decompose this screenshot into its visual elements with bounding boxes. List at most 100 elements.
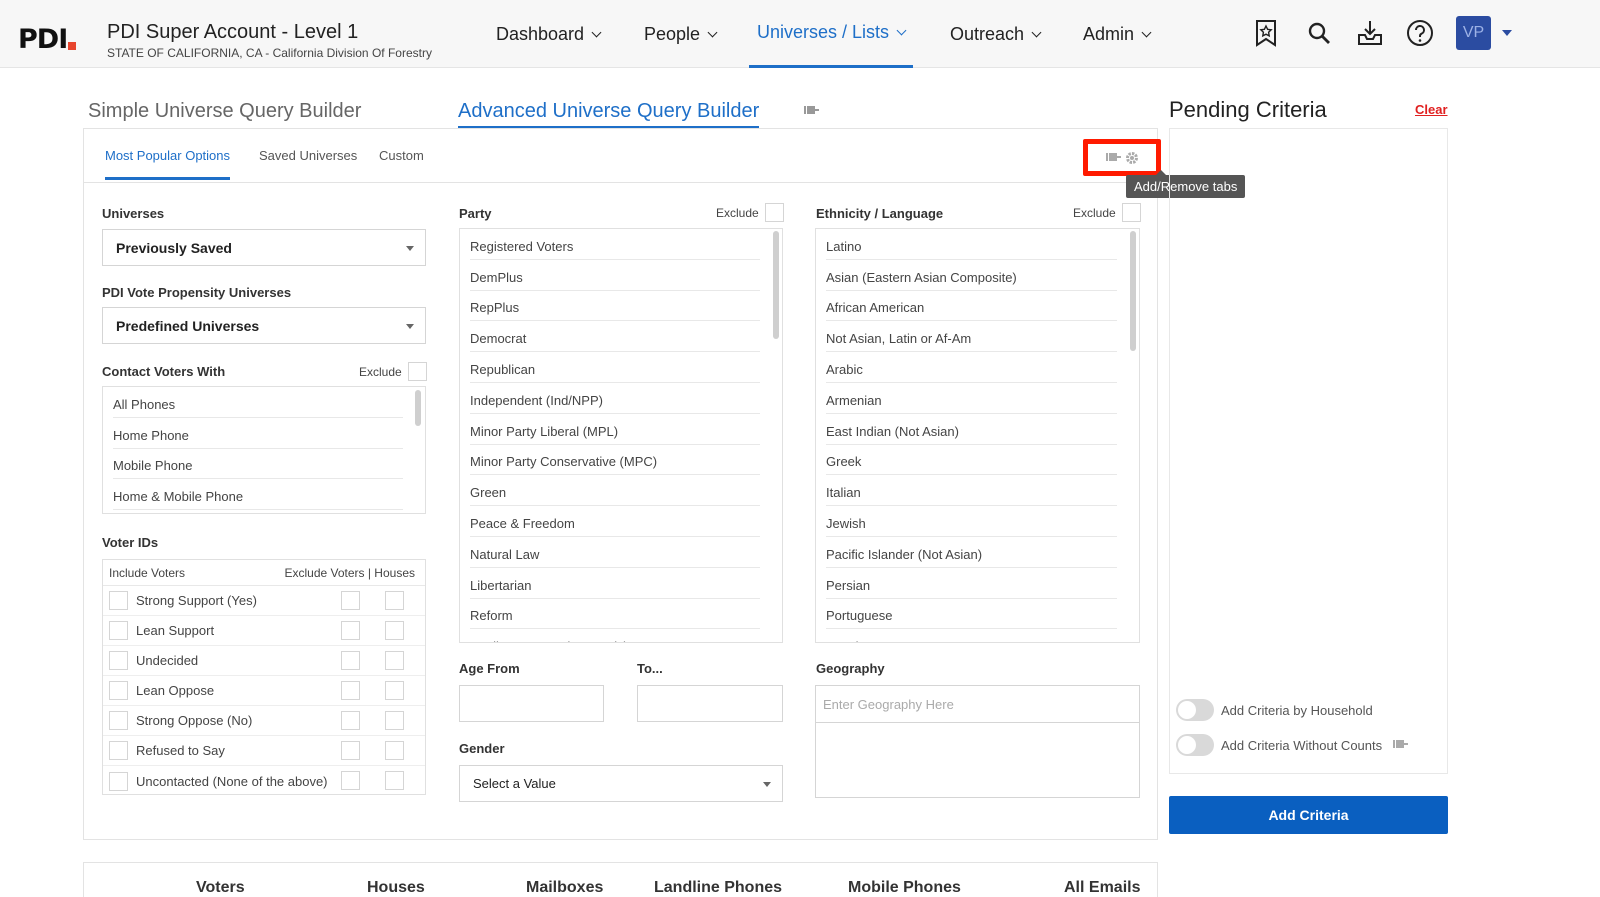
- list-item[interactable]: Republican: [470, 352, 760, 383]
- list-item[interactable]: Pacific Islander (Not Asian): [826, 537, 1117, 568]
- exclude-houses-checkbox[interactable]: [385, 681, 404, 700]
- exclude-houses-checkbox[interactable]: [385, 741, 404, 760]
- scrollbar[interactable]: [415, 390, 421, 426]
- nav-universes-lists[interactable]: Universes / Lists: [749, 0, 914, 68]
- party-exclude-checkbox[interactable]: [764, 203, 784, 222]
- subtab-custom[interactable]: Custom: [379, 148, 424, 163]
- list-item[interactable]: Home Phone: [113, 418, 403, 449]
- propensity-label: PDI Vote Propensity Universes: [102, 285, 292, 300]
- universes-select[interactable]: Previously Saved: [102, 229, 426, 266]
- exclude-voters-checkbox[interactable]: [341, 711, 360, 730]
- list-item[interactable]: Italian: [826, 475, 1117, 507]
- list-item[interactable]: East Indian (Not Asian): [826, 414, 1117, 445]
- list-item[interactable]: Minor Party Liberal (MPL): [470, 414, 760, 445]
- tab-simple-builder[interactable]: Simple Universe Query Builder: [88, 100, 361, 123]
- help-icon[interactable]: [1405, 17, 1435, 49]
- list-item[interactable]: Registered Voters: [470, 229, 760, 260]
- subtab-most-popular[interactable]: Most Popular Options: [105, 148, 231, 180]
- propensity-select[interactable]: Predefined Universes: [102, 307, 426, 344]
- list-item[interactable]: Peace & Freedom: [470, 506, 760, 537]
- exclude-voters-checkbox[interactable]: [341, 681, 360, 700]
- scrollbar[interactable]: [773, 231, 779, 339]
- list-item[interactable]: Libertarian: [470, 568, 760, 599]
- count-header-emails: All Emails: [1064, 879, 1141, 896]
- list-item[interactable]: DemPlus: [470, 260, 760, 291]
- age-to-input[interactable]: [637, 685, 783, 722]
- list-item[interactable]: Decline to State (NPP only): [470, 629, 760, 642]
- exclude-voters-checkbox[interactable]: [341, 591, 360, 610]
- list-item[interactable]: RepPlus: [470, 291, 760, 322]
- subtab-saved-universes[interactable]: Saved Universes: [259, 148, 357, 163]
- search-icon[interactable]: [1304, 17, 1334, 49]
- age-from-input[interactable]: [459, 685, 604, 722]
- include-checkbox[interactable]: [109, 711, 128, 730]
- account-info: PDI Super Account - Level 1 STATE OF CAL…: [107, 20, 432, 60]
- exclude-voters-checkbox[interactable]: [341, 651, 360, 670]
- include-checkbox[interactable]: [109, 591, 128, 610]
- list-item[interactable]: Persian: [826, 568, 1117, 599]
- count-header-houses: Houses: [367, 879, 425, 896]
- include-checkbox[interactable]: [109, 621, 128, 640]
- list-item[interactable]: Asian (Eastern Asian Composite): [826, 260, 1117, 291]
- exclude-houses-checkbox[interactable]: [385, 591, 404, 610]
- list-item[interactable]: All Phones: [113, 387, 403, 418]
- clear-link[interactable]: Clear: [1415, 102, 1448, 117]
- include-checkbox[interactable]: [109, 681, 128, 700]
- exclude-houses-checkbox[interactable]: [385, 651, 404, 670]
- list-item[interactable]: Arabic: [826, 352, 1117, 383]
- ethnicity-exclude-checkbox[interactable]: [1121, 203, 1141, 222]
- exclude-voters-checkbox[interactable]: [341, 771, 360, 790]
- list-item[interactable]: Mobile Phone: [113, 449, 403, 480]
- bookmark-star-icon[interactable]: [1251, 17, 1281, 49]
- count-header-mailboxes: Mailboxes: [526, 879, 604, 896]
- tab-advanced-builder[interactable]: Advanced Universe Query Builder: [458, 100, 760, 129]
- exclude-voters-checkbox[interactable]: [341, 741, 360, 760]
- nav-outreach[interactable]: Outreach: [950, 0, 1042, 68]
- household-toggle[interactable]: [1176, 699, 1214, 721]
- list-item[interactable]: African American: [826, 291, 1117, 322]
- top-navbar: PDI PDI Super Account - Level 1 STATE OF…: [0, 0, 1600, 68]
- add-criteria-button[interactable]: Add Criteria: [1169, 796, 1448, 834]
- include-checkbox[interactable]: [109, 741, 128, 760]
- table-row: Lean Support: [103, 616, 425, 646]
- geography-input[interactable]: Enter Geography Here: [816, 686, 1139, 723]
- list-item[interactable]: Independent (Ind/NPP): [470, 383, 760, 414]
- list-item[interactable]: Armenian: [826, 383, 1117, 414]
- list-item[interactable]: Minor Party Conservative (MPC): [470, 445, 760, 476]
- exclude-houses-checkbox[interactable]: [385, 621, 404, 640]
- pdi-logo[interactable]: PDI: [18, 24, 77, 54]
- contact-label: Contact Voters With: [102, 364, 226, 379]
- avatar-dropdown-icon[interactable]: [1502, 30, 1512, 36]
- user-avatar[interactable]: VP: [1456, 16, 1491, 50]
- add-remove-tabs-button[interactable]: [1083, 139, 1161, 176]
- exclude-houses-checkbox[interactable]: [385, 771, 404, 790]
- subtab-bar: Most Popular Options Saved Universes Cus…: [84, 129, 1157, 183]
- list-item[interactable]: Russian: [826, 629, 1117, 642]
- list-item[interactable]: Home & Mobile Phone: [113, 479, 403, 511]
- nav-dashboard[interactable]: Dashboard: [496, 0, 602, 68]
- list-item[interactable]: Natural Law: [470, 537, 760, 568]
- list-item[interactable]: Portuguese: [826, 599, 1117, 630]
- list-item[interactable]: Jewish: [826, 506, 1117, 537]
- list-item[interactable]: Reform: [470, 599, 760, 630]
- gender-label: Gender: [459, 741, 505, 756]
- list-item[interactable]: Greek: [826, 445, 1117, 476]
- include-checkbox[interactable]: [109, 771, 128, 791]
- gender-select[interactable]: Select a Value: [459, 765, 783, 802]
- exclude-houses-checkbox[interactable]: [385, 711, 404, 730]
- contact-exclude-checkbox[interactable]: [407, 362, 427, 381]
- pin-icon[interactable]: [1392, 739, 1409, 751]
- nav-admin[interactable]: Admin: [1083, 0, 1152, 68]
- without-counts-toggle[interactable]: [1176, 734, 1214, 756]
- list-item[interactable]: Latino: [826, 229, 1117, 260]
- scrollbar[interactable]: [1130, 231, 1136, 351]
- list-item[interactable]: Not Asian, Latin or Af-Am: [826, 321, 1117, 353]
- list-item[interactable]: Democrat: [470, 321, 760, 353]
- download-tray-icon[interactable]: [1355, 17, 1385, 49]
- pin-icon[interactable]: [803, 104, 819, 123]
- list-item[interactable]: Green: [470, 475, 760, 507]
- exclude-voters-checkbox[interactable]: [341, 621, 360, 640]
- ethnicity-exclude: Exclude: [1073, 203, 1141, 222]
- include-checkbox[interactable]: [109, 651, 128, 670]
- nav-people[interactable]: People: [644, 0, 718, 68]
